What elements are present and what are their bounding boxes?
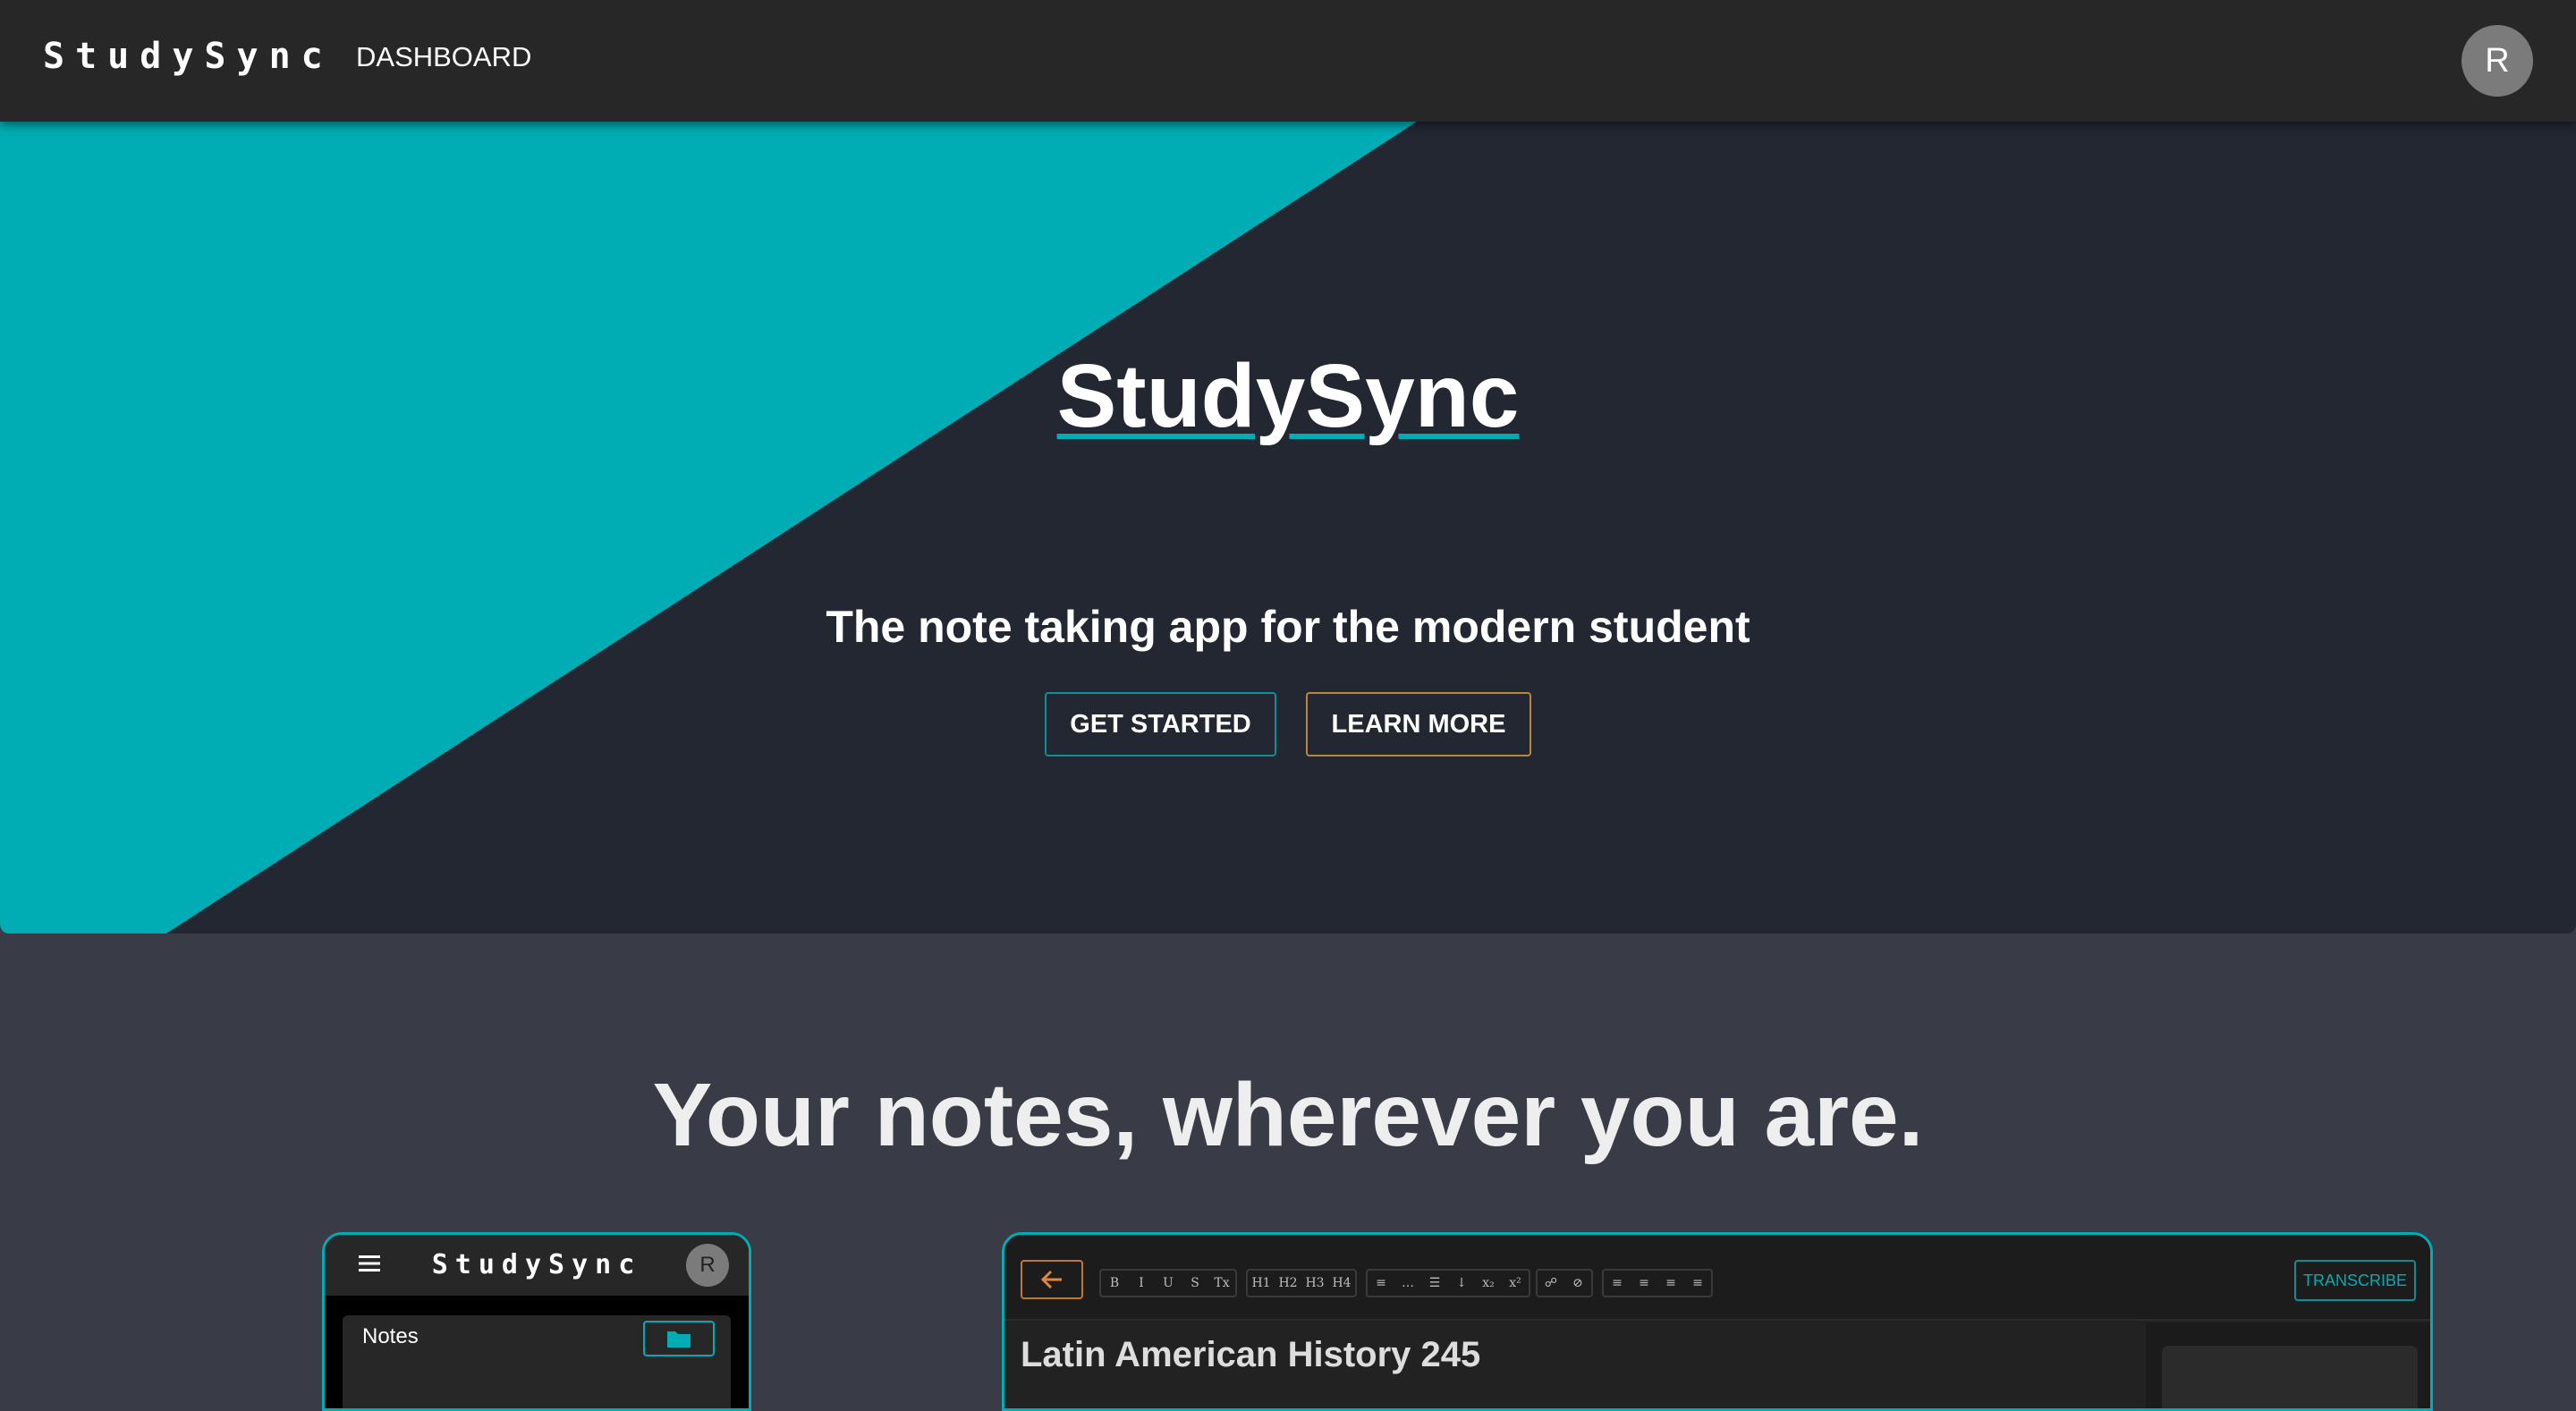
brand-logo[interactable]: StudySync — [43, 36, 334, 77]
mobile-brand-logo: StudySync — [431, 1249, 642, 1280]
hero-title-text: StudySync — [1056, 346, 1520, 446]
editor-toolbar: B I U S Tx H1 H2 H3 H4 ≡ … ☰ ↓ x₂ x² ☍ ⊘… — [1004, 1235, 2430, 1321]
mobile-app-bar: StudySync R — [325, 1235, 749, 1296]
format-tool-group: B I U S Tx — [1099, 1269, 1237, 1297]
mobile-notes-label: Notes — [362, 1324, 419, 1348]
tool-strike: S — [1191, 1276, 1199, 1290]
note-title: Latin American History 245 — [1021, 1335, 1481, 1374]
app-bar: StudySync DASHBOARD R — [0, 0, 2576, 122]
tool-link: ☍ — [1544, 1276, 1558, 1290]
get-started-button[interactable]: GET STARTED — [1045, 692, 1276, 756]
section-heading: Your notes, wherever you are. — [652, 1065, 1924, 1165]
hero-title: StudySync — [0, 347, 2576, 445]
mobile-notes-card: Notes — [343, 1315, 731, 1408]
tool-align-right: ≡ — [1665, 1276, 1676, 1290]
nav-dashboard-link[interactable]: DASHBOARD — [356, 41, 531, 73]
tool-h4: H4 — [1332, 1276, 1352, 1290]
hero-teal-triangle — [0, 122, 1417, 934]
tool-superscript: x² — [1509, 1276, 1521, 1290]
transcribe-button: TRANSCRIBE — [2294, 1260, 2416, 1301]
new-folder-icon — [643, 1321, 715, 1356]
hero-section: StudySync The note taking app for the mo… — [0, 122, 2576, 934]
editor-side-panel — [2146, 1322, 2430, 1408]
tool-clear-format: Tx — [1214, 1276, 1230, 1290]
tool-underline: U — [1163, 1276, 1174, 1290]
align-tool-group: ≡ ≡ ≡ ≡ — [1602, 1269, 1713, 1297]
tool-list-2: … — [1402, 1276, 1414, 1290]
tool-align-justify: ≡ — [1692, 1276, 1703, 1290]
tool-list-1: ≡ — [1376, 1276, 1386, 1290]
mobile-preview: StudySync R Notes — [322, 1232, 751, 1411]
tool-h1: H1 — [1251, 1276, 1271, 1290]
user-avatar[interactable]: R — [2462, 25, 2533, 97]
tool-align-left: ≡ — [1612, 1276, 1623, 1290]
desktop-preview: B I U S Tx H1 H2 H3 H4 ≡ … ☰ ↓ x₂ x² ☍ ⊘… — [1002, 1232, 2433, 1411]
list-tool-group: ≡ … ☰ ↓ x₂ x² — [1366, 1269, 1530, 1297]
tool-align-center: ≡ — [1639, 1276, 1649, 1290]
tool-list-4: ↓ — [1456, 1276, 1467, 1290]
learn-more-button[interactable]: LEARN MORE — [1306, 692, 1531, 756]
hero-subtitle: The note taking app for the modern stude… — [826, 602, 1750, 652]
tool-list-3: ☰ — [1428, 1276, 1441, 1290]
side-panel-card — [2162, 1346, 2418, 1408]
link-tool-group: ☍ ⊘ — [1536, 1269, 1593, 1297]
tool-unlink: ⊘ — [1572, 1276, 1583, 1290]
tool-h3: H3 — [1305, 1276, 1325, 1290]
arrow-left-icon — [1021, 1260, 1083, 1299]
tool-h2: H2 — [1278, 1276, 1298, 1290]
heading-tool-group: H1 H2 H3 H4 — [1246, 1269, 1357, 1297]
tool-bold: B — [1109, 1276, 1120, 1290]
mobile-avatar: R — [686, 1244, 729, 1287]
tool-subscript: x₂ — [1482, 1276, 1495, 1290]
tool-italic: I — [1139, 1276, 1144, 1290]
